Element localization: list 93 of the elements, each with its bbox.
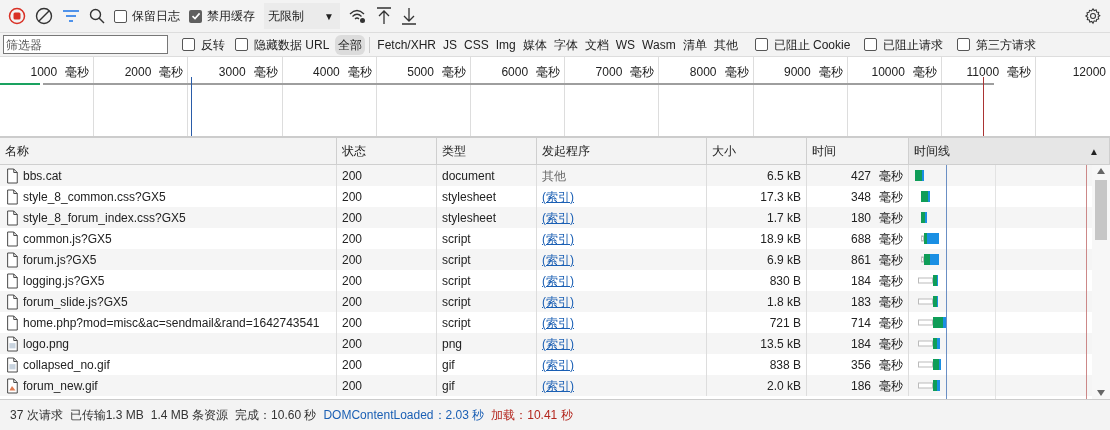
checkbox-label: 禁用缓存 xyxy=(207,8,255,25)
time-tick-label: 8000 毫秒 xyxy=(689,64,749,79)
status-text: DOMContentLoaded：2.03 秒 xyxy=(323,407,485,424)
waterfall-bar xyxy=(920,191,930,202)
waterfall-bar xyxy=(918,359,941,370)
time-tick-label: 10000 毫秒 xyxy=(871,64,937,79)
type-filter-button[interactable]: WS xyxy=(612,34,639,55)
scroll-down-icon[interactable] xyxy=(1097,390,1105,396)
wifi-settings-icon[interactable] xyxy=(349,8,367,24)
waterfall-bar xyxy=(918,317,946,328)
checkbox-label: 已阻止 Cookie xyxy=(773,36,851,54)
status-cell: 200 xyxy=(337,375,437,396)
waterfall-bar xyxy=(921,254,939,265)
settings-icon[interactable] xyxy=(1084,7,1102,25)
type-filter-button[interactable]: Fetch/XHR xyxy=(374,34,440,55)
checkbox-label: 保留日志 xyxy=(132,8,180,25)
checkbox-label: 已阻止请求 xyxy=(883,36,944,54)
scroll-up-icon[interactable] xyxy=(1097,168,1105,174)
waterfall-bar xyxy=(918,338,940,349)
initiator-link[interactable]: (索引) xyxy=(542,250,574,269)
initiator-link[interactable]: (索引) xyxy=(542,355,574,374)
type-filter-button[interactable]: 其他 xyxy=(710,34,741,55)
checkbox-label: 隐藏数据 URL xyxy=(254,36,330,54)
initiator-link[interactable]: (索引) xyxy=(542,334,574,353)
waterfall-bar xyxy=(914,170,924,181)
time-tick-label: 9000 毫秒 xyxy=(784,64,843,79)
type-filter-button[interactable]: CSS xyxy=(461,34,492,55)
scrollbar[interactable] xyxy=(1092,165,1110,399)
type-filter-button[interactable]: 字体 xyxy=(550,34,581,55)
time-tick-label: 2000 毫秒 xyxy=(124,64,184,79)
scrollbar-thumb[interactable] xyxy=(1095,180,1107,240)
initiator-cell-text: 其他 xyxy=(542,167,566,185)
clear-icon[interactable] xyxy=(35,7,53,25)
column-header[interactable]: 发起程序 xyxy=(537,138,707,164)
column-header[interactable]: 时间线 ▲ xyxy=(909,138,1110,164)
initiator-link[interactable]: (索引) xyxy=(542,376,574,395)
status-text: 37 次请求 xyxy=(10,407,63,424)
waterfall-bar xyxy=(918,296,938,307)
checkbox-label: 第三方请求 xyxy=(976,36,1037,54)
filter-icon[interactable] xyxy=(62,9,80,23)
initiator-link[interactable]: (索引) xyxy=(542,229,574,248)
initiator-link[interactable]: (索引) xyxy=(542,208,574,227)
download-icon[interactable] xyxy=(401,7,417,25)
time-tick-label: 6000 毫秒 xyxy=(501,64,561,79)
checkbox[interactable] xyxy=(864,38,878,51)
waterfall-bar xyxy=(921,233,939,244)
initiator-link[interactable]: (索引) xyxy=(542,292,574,311)
status-text: 加载：10.41 秒 xyxy=(491,407,573,424)
time-cell: 186 毫秒 xyxy=(807,375,909,396)
checkbox-label: 反转 xyxy=(201,36,225,54)
type-cell: gif xyxy=(437,375,537,396)
column-header[interactable]: 名称 xyxy=(0,138,337,164)
type-filter-button[interactable]: JS xyxy=(440,34,461,55)
checkbox[interactable] xyxy=(189,9,202,23)
initiator-link[interactable]: (索引) xyxy=(542,313,574,332)
checkbox[interactable] xyxy=(957,38,971,51)
time-tick-label: 1000 毫秒 xyxy=(30,64,90,79)
checkbox[interactable] xyxy=(114,9,127,23)
checkbox[interactable] xyxy=(754,38,768,51)
waterfall-bar xyxy=(920,212,927,223)
type-filter-button[interactable]: 全部 xyxy=(335,34,366,55)
checkbox[interactable] xyxy=(182,38,195,51)
status-text: 完成：10.60 秒 xyxy=(235,407,317,424)
load-event-line xyxy=(983,77,984,136)
time-tick-label: 11000 毫秒 xyxy=(966,64,1032,79)
name-cell[interactable]: forum_new.gif xyxy=(0,375,337,396)
time-tick-label: 12000 xyxy=(1072,64,1106,79)
dom-content-loaded-line xyxy=(191,77,192,136)
waterfall-bar xyxy=(918,275,938,286)
column-header[interactable]: 大小 xyxy=(707,138,807,164)
waterfall-bar xyxy=(918,380,940,391)
throttling-dropdown[interactable]: 无限制 ▼ xyxy=(264,3,340,29)
upload-icon[interactable] xyxy=(376,7,392,25)
type-filter-button[interactable]: 媒体 xyxy=(519,34,550,55)
time-tick-label: 3000 毫秒 xyxy=(218,64,278,79)
time-tick-label: 5000 毫秒 xyxy=(407,64,466,79)
type-filter-button[interactable]: 清单 xyxy=(679,34,710,55)
column-header[interactable]: 类型 xyxy=(437,138,537,164)
record-stop-icon[interactable] xyxy=(8,7,26,25)
time-tick-label: 4000 毫秒 xyxy=(313,64,372,79)
column-header[interactable]: 状态 xyxy=(337,138,437,164)
type-filter-button[interactable]: Wasm xyxy=(639,34,679,55)
checkbox[interactable] xyxy=(235,38,248,51)
status-text: 已传输1.3 MB xyxy=(69,407,144,424)
type-filter-button[interactable]: Img xyxy=(492,34,519,55)
size-cell: 2.0 kB xyxy=(707,375,807,396)
time-tick-label: 7000 毫秒 xyxy=(595,64,655,79)
type-filter-button[interactable]: 文档 xyxy=(581,34,612,55)
status-text: 1.4 MB 条资源 xyxy=(150,407,229,424)
initiator-link[interactable]: (索引) xyxy=(542,187,574,206)
filter-field[interactable]: 筛选器 xyxy=(3,35,168,54)
initiator-link[interactable]: (索引) xyxy=(542,271,574,290)
search-icon[interactable] xyxy=(89,8,105,24)
